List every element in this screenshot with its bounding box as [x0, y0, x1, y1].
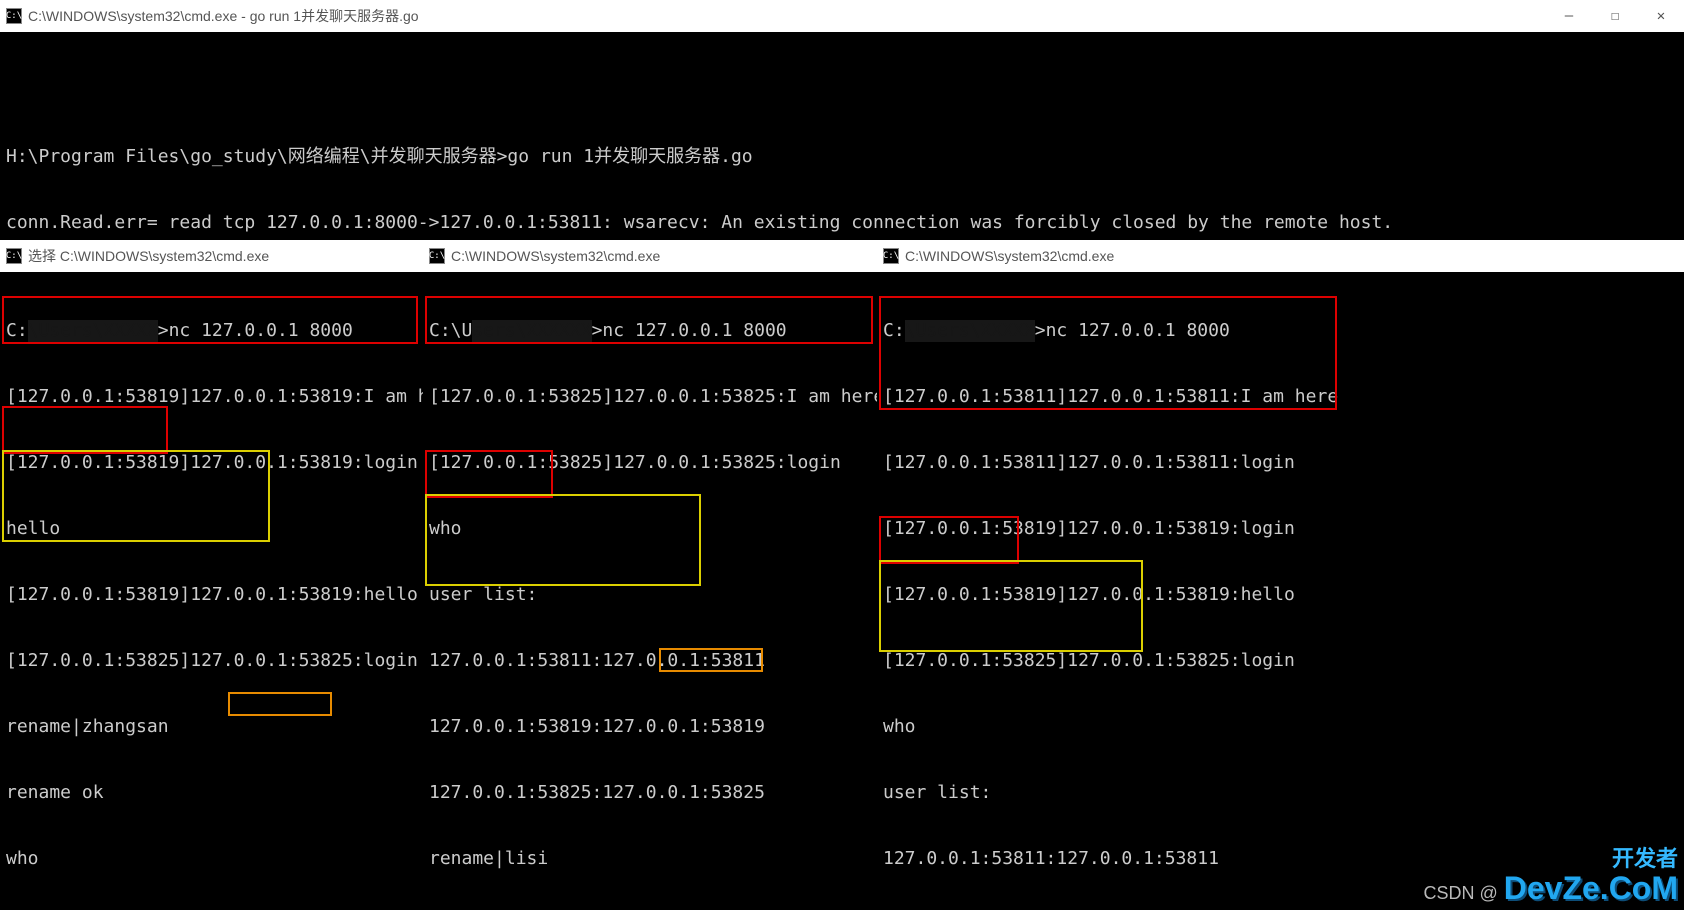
window-title: C:\WINDOWS\system32\cmd.exe	[905, 248, 1114, 264]
client-window-3: C:\ C:\WINDOWS\system32\cmd.exe C:\Users…	[877, 240, 1684, 910]
highlight-yellow	[425, 494, 701, 586]
prompt-line: C:\Users\XXXXX>nc 127.0.0.1 8000	[883, 320, 1678, 342]
output-line: [127.0.0.1:53825]127.0.0.1:53825:login	[429, 452, 871, 474]
maximize-button[interactable]: ☐	[1592, 0, 1638, 32]
output-line: rename|lisi	[429, 848, 871, 870]
titlebar[interactable]: C:\ C:\WINDOWS\system32\cmd.exe	[877, 240, 1684, 272]
watermark-cn: 开发者	[1612, 848, 1678, 870]
titlebar[interactable]: C:\ 选择 C:\WINDOWS\system32\cmd.exe	[0, 240, 423, 272]
output-line: conn.Read.err= read tcp 127.0.0.1:8000->…	[6, 212, 1678, 234]
watermark: 开发者 CSDN @ DevZe.CoM	[1423, 848, 1678, 904]
output-line: 127.0.0.1:53819:127.0.0.1:53819	[429, 716, 871, 738]
output-line: hello	[6, 518, 417, 540]
terminal-output[interactable]: C:\Users\XXXXX>nc 127.0.0.1 8000 [127.0.…	[877, 272, 1684, 910]
titlebar[interactable]: C:\ C:\WINDOWS\system32\cmd.exe	[423, 240, 877, 272]
client-window-1: C:\ 选择 C:\WINDOWS\system32\cmd.exe C:\Us…	[0, 240, 423, 910]
client-window-2: C:\ C:\WINDOWS\system32\cmd.exe C:\Users…	[423, 240, 877, 910]
output-line: H:\Program Files\go_study\网络编程\并发聊天服务器>g…	[6, 146, 1678, 168]
output-line: [127.0.0.1:53825]127.0.0.1:53825:login	[6, 650, 417, 672]
watermark-csdn: CSDN @	[1423, 883, 1497, 904]
output-line: rename|zhangsan	[6, 716, 417, 738]
window-controls: — ☐ ✕	[1546, 0, 1684, 32]
output-line: who	[6, 848, 417, 870]
output-line	[6, 80, 1678, 102]
terminal-output[interactable]: H:\Program Files\go_study\网络编程\并发聊天服务器>g…	[0, 32, 1684, 240]
output-line: who	[883, 716, 1678, 738]
output-line: rename ok	[6, 782, 417, 804]
output-line: [127.0.0.1:53819]127.0.0.1:53819:login	[6, 452, 417, 474]
minimize-button[interactable]: —	[1546, 0, 1592, 32]
cmd-icon: C:\	[6, 248, 22, 264]
output-line: user list:	[429, 584, 871, 606]
cmd-icon: C:\	[429, 248, 445, 264]
close-button[interactable]: ✕	[1638, 0, 1684, 32]
output-line: [127.0.0.1:53819]127.0.0.1:53819:hello	[6, 584, 417, 606]
highlight-orange	[228, 692, 332, 716]
window-title: C:\WINDOWS\system32\cmd.exe - go run 1并发…	[28, 6, 419, 26]
output-line: who	[429, 518, 871, 540]
output-line: [127.0.0.1:53811]127.0.0.1:53811:login	[883, 452, 1678, 474]
cmd-icon: C:\	[883, 248, 899, 264]
window-title: C:\WINDOWS\system32\cmd.exe	[451, 248, 660, 264]
watermark-devze: DevZe.CoM	[1504, 872, 1678, 904]
output-line: [127.0.0.1:53819]127.0.0.1:53819:I am he	[6, 386, 417, 408]
server-window: C:\ C:\WINDOWS\system32\cmd.exe - go run…	[0, 0, 1684, 240]
cmd-icon: C:\	[6, 8, 22, 24]
output-line: [127.0.0.1:53819]127.0.0.1:53819:login	[883, 518, 1678, 540]
output-line: user list:	[883, 782, 1678, 804]
highlight-yellow	[879, 560, 1143, 652]
prompt-line: C:\Users\XXXXX>nc 127.0.0.1 8000	[6, 320, 417, 342]
highlight-red	[2, 406, 168, 454]
prompt-line: C:\Users\XXXXXX>nc 127.0.0.1 8000	[429, 320, 871, 342]
output-line: [127.0.0.1:53819]127.0.0.1:53819:hello	[883, 584, 1678, 606]
titlebar[interactable]: C:\ C:\WINDOWS\system32\cmd.exe - go run…	[0, 0, 1684, 32]
terminal-output[interactable]: C:\Users\XXXXX>nc 127.0.0.1 8000 [127.0.…	[0, 272, 423, 910]
output-line: 127.0.0.1:53811:127.0.0.1:53811	[429, 650, 871, 672]
terminal-output[interactable]: C:\Users\XXXXXX>nc 127.0.0.1 8000 [127.0…	[423, 272, 877, 910]
window-title: 选择 C:\WINDOWS\system32\cmd.exe	[28, 246, 269, 266]
output-line: 127.0.0.1:53825:127.0.0.1:53825	[429, 782, 871, 804]
output-line: [127.0.0.1:53825]127.0.0.1:53825:I am he…	[429, 386, 871, 408]
output-line: [127.0.0.1:53811]127.0.0.1:53811:I am he…	[883, 386, 1678, 408]
output-line: [127.0.0.1:53825]127.0.0.1:53825:login	[883, 650, 1678, 672]
